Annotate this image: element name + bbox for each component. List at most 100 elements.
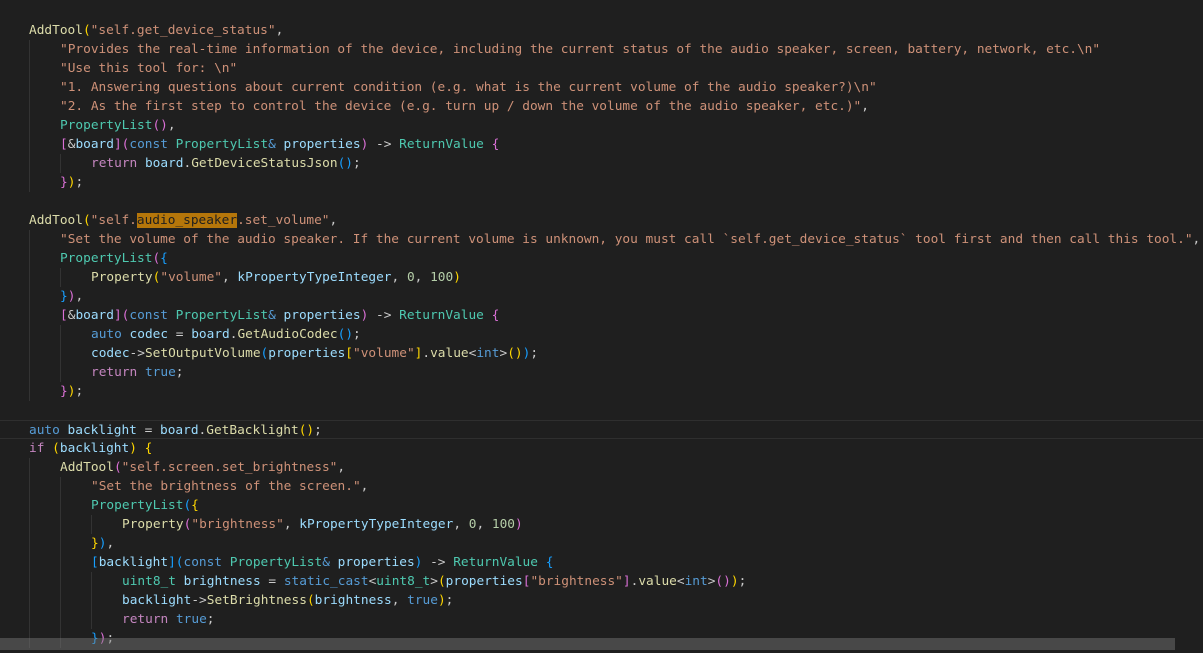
code-token: , [861, 99, 869, 114]
code-token: backlight [122, 593, 192, 608]
code-line-content: }); [60, 173, 83, 192]
code-line[interactable]: return true; [0, 610, 1203, 629]
code-line[interactable]: "1. Answering questions about current co… [0, 78, 1203, 97]
code-token: } [60, 175, 68, 190]
code-token: ReturnValue [453, 555, 538, 570]
indent-guide [29, 534, 30, 553]
code-token: [ [60, 308, 68, 323]
code-token: { [491, 308, 500, 323]
code-line[interactable]: return board.GetDeviceStatusJson(); [0, 154, 1203, 173]
code-token: codec [91, 346, 130, 361]
code-line[interactable]: "Provides the real-time information of t… [0, 40, 1203, 59]
code-token: -> [368, 137, 400, 152]
code-line[interactable]: [&board](const PropertyList& properties)… [0, 306, 1203, 325]
code-token: ) [730, 574, 739, 589]
code-token: ReturnValue [399, 308, 484, 323]
code-line-content: "Use this tool for: \n" [60, 59, 237, 78]
code-line[interactable]: }), [0, 534, 1203, 553]
code-token: = [136, 423, 161, 438]
code-token: , [75, 289, 84, 304]
code-token: , [414, 270, 431, 285]
code-token: "Set the volume of the audio speaker. If… [60, 232, 1193, 247]
indent-guide [29, 40, 30, 59]
code-line-content: return true; [91, 363, 184, 382]
code-line[interactable]: [&board](const PropertyList& properties)… [0, 135, 1203, 154]
indent-guide [29, 116, 30, 135]
code-token: PropertyList [175, 308, 269, 323]
code-token: properties [337, 555, 415, 570]
code-token: , [1192, 232, 1201, 247]
indent-guide [60, 515, 61, 534]
code-line[interactable]: "Set the volume of the audio speaker. If… [0, 230, 1203, 249]
code-line-content: [&board](const PropertyList& properties)… [60, 306, 499, 325]
code-token: .set_volume" [237, 213, 330, 228]
code-token: ReturnValue [399, 137, 484, 152]
code-token: auto [91, 327, 122, 342]
code-line[interactable]: return true; [0, 363, 1203, 382]
code-line[interactable]: AddTool("self.get_device_status", [0, 21, 1203, 40]
code-token: [ [60, 137, 68, 152]
code-line[interactable]: [backlight](const PropertyList& properti… [0, 553, 1203, 572]
code-token: "1. Answering questions about current co… [60, 80, 877, 95]
code-line[interactable]: "Use this tool for: \n" [0, 59, 1203, 78]
code-token: = [260, 574, 284, 589]
code-line-content: AddTool("self.screen.set_brightness", [60, 458, 345, 477]
horizontal-scrollbar[interactable] [0, 638, 1175, 650]
code-line[interactable]: PropertyList({ [0, 496, 1203, 515]
indent-guide [60, 154, 61, 173]
indent-guide [91, 515, 92, 534]
code-token: ) [515, 517, 523, 532]
code-line-content: [backlight](const PropertyList& properti… [91, 553, 553, 572]
code-token: ; [175, 365, 184, 380]
indent-guide [29, 610, 30, 629]
code-editor[interactable]: AddTool("self.get_device_status", "Provid… [0, 0, 1203, 653]
code-line-content: "1. Answering questions about current co… [60, 78, 877, 97]
code-line[interactable]: auto backlight = board.GetBacklight(); [0, 420, 1203, 439]
indent-guide [29, 59, 30, 78]
code-line[interactable]: "Set the brightness of the screen.", [0, 477, 1203, 496]
code-line[interactable]: AddTool("self.audio_speaker.set_volume", [0, 211, 1203, 230]
indent-guide [91, 572, 92, 591]
code-line[interactable]: backlight->SetBrightness(brightness, tru… [0, 591, 1203, 610]
code-line-content: AddTool("self.audio_speaker.set_volume", [29, 211, 337, 230]
code-line[interactable]: AddTool("self.screen.set_brightness", [0, 458, 1203, 477]
code-token: AddTool [29, 23, 83, 38]
code-token: PropertyList [91, 498, 184, 513]
code-line[interactable]: }); [0, 173, 1203, 192]
code-line[interactable]: PropertyList({ [0, 249, 1203, 268]
code-token: . [422, 346, 431, 361]
code-line[interactable]: }), [0, 287, 1203, 306]
code-line-content: PropertyList(), [60, 116, 176, 135]
code-line[interactable]: PropertyList(), [0, 116, 1203, 135]
code-line[interactable] [0, 192, 1203, 211]
code-token: int [476, 346, 500, 361]
code-line-content: codec->SetOutputVolume(properties["volum… [91, 344, 538, 363]
code-line[interactable]: }); [0, 382, 1203, 401]
indent-guide [60, 591, 61, 610]
code-line[interactable]: if (backlight) { [0, 439, 1203, 458]
code-token: , [476, 517, 492, 532]
code-line[interactable] [0, 401, 1203, 420]
code-token: AddTool [60, 460, 114, 475]
code-line[interactable]: Property("volume", kPropertyTypeInteger,… [0, 268, 1203, 287]
code-token: ]( [168, 555, 184, 570]
code-token: "Set the brightness of the screen." [91, 479, 361, 494]
code-token: ( [82, 213, 91, 228]
code-line[interactable]: auto codec = board.GetAudioCodec(); [0, 325, 1203, 344]
code-token: backlight [67, 423, 137, 438]
indent-guide [91, 610, 92, 629]
indent-guide [29, 515, 30, 534]
code-token: ) [437, 593, 446, 608]
code-line-content: uint8_t brightness = static_cast < uint8_t… [122, 572, 746, 591]
code-line[interactable]: codec->SetOutputVolume(properties["volum… [0, 344, 1203, 363]
code-line-content: Property("brightness", kPropertyTypeInte… [122, 515, 523, 534]
code-token: [ [91, 555, 99, 570]
code-line[interactable]: uint8_t brightness = static_cast < uint8_t… [0, 572, 1203, 591]
code-line[interactable]: "2. As the first step to control the dev… [0, 97, 1203, 116]
code-token: true [175, 612, 207, 627]
code-line[interactable]: Property("brightness", kPropertyTypeInte… [0, 515, 1203, 534]
